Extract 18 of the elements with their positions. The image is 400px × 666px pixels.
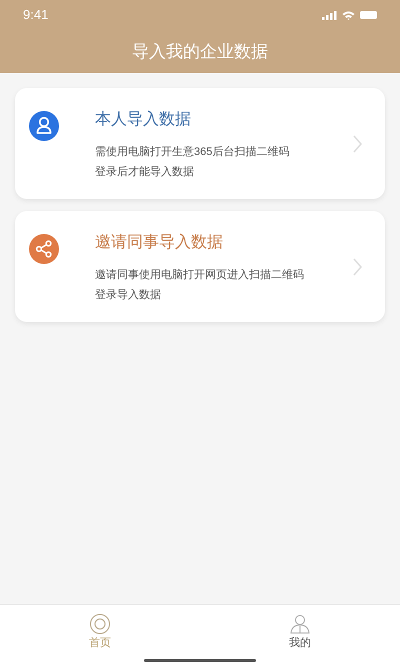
chevron-icon xyxy=(353,258,363,276)
card-title: 本人导入数据 xyxy=(95,110,192,130)
person-icon xyxy=(289,613,311,635)
signal-icon xyxy=(322,10,337,20)
card-description: 登录后才能导入数据 xyxy=(95,165,195,180)
import-card[interactable]: 邀请同事导入数据 邀请同事使用电脑打开网页进入扫描二维码 登录导入数据 xyxy=(15,211,385,322)
card-description: 需使用电脑打开生意365后台扫描二维码 xyxy=(95,144,290,160)
page-title: 导入我的企业数据 xyxy=(132,40,268,63)
card-title: 邀请同事导入数据 xyxy=(95,232,224,253)
status-time: 9:41 xyxy=(23,6,48,24)
ring-icon xyxy=(89,613,111,635)
chevron-icon xyxy=(353,134,363,152)
wifi-icon xyxy=(342,10,355,20)
card-description: 登录导入数据 xyxy=(95,288,162,303)
import-card[interactable]: 本人导入数据 需使用电脑打开生意365后台扫描二维码 登录后才能导入数据 xyxy=(15,88,385,199)
battery-icon xyxy=(360,11,377,19)
card-description: 邀请同事使用电脑打开网页进入扫描二维码 xyxy=(95,268,305,283)
tab-item[interactable]: 我的 xyxy=(200,605,400,666)
